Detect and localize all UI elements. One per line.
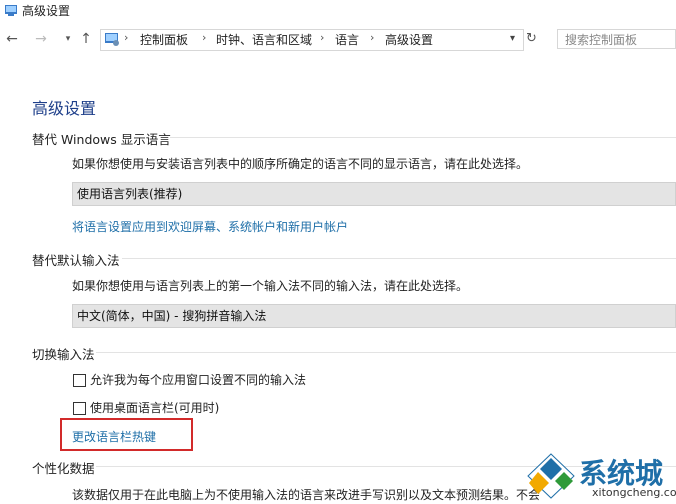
highlight-box: [60, 418, 193, 451]
back-arrow-icon[interactable]: ←: [4, 31, 20, 47]
breadcrumb-separator: ›: [124, 31, 129, 44]
section-heading-personalization: 个性化数据: [32, 461, 95, 476]
breadcrumb-advanced-settings[interactable]: 高级设置: [385, 31, 433, 48]
window-title: 高级设置: [22, 4, 71, 18]
apply-to-welcome-screen-link[interactable]: 将语言设置应用到欢迎屏幕、系统帐户和新用户帐户: [72, 218, 348, 235]
recent-dropdown-icon[interactable]: ▾: [60, 31, 76, 47]
divider: [96, 352, 676, 353]
breadcrumb-separator[interactable]: ›: [370, 31, 374, 44]
watermark-url: xitongcheng.com: [592, 486, 676, 499]
personalization-description: 该数据仅用于在此电脑上为不使用输入法的语言来改进手写识别以及文本预测结果。不会: [72, 488, 541, 502]
display-language-select[interactable]: 使用语言列表(推荐): [72, 182, 676, 206]
display-language-description: 如果你想使用与安装语言列表中的顺序所确定的语言不同的显示语言，请在此处选择。: [72, 157, 529, 171]
page-title: 高级设置: [32, 99, 97, 118]
title-bar: [0, 0, 676, 24]
desktop-language-bar-checkbox[interactable]: [73, 402, 86, 415]
control-panel-icon: [105, 33, 119, 46]
forward-arrow-icon[interactable]: →: [33, 31, 49, 47]
breadcrumb-language[interactable]: 语言: [335, 31, 359, 48]
breadcrumb-control-panel[interactable]: 控制面板: [140, 31, 188, 48]
breadcrumb-separator[interactable]: ›: [320, 31, 324, 44]
per-app-input-checkbox[interactable]: [73, 374, 86, 387]
input-method-select[interactable]: 中文(简体，中国) - 搜狗拼音输入法: [72, 304, 676, 328]
divider: [122, 258, 676, 259]
per-app-input-label[interactable]: 允许我为每个应用窗口设置不同的输入法: [90, 371, 306, 388]
address-dropdown-icon[interactable]: ▾: [510, 33, 515, 44]
section-heading-display-language: 替代 Windows 显示语言: [32, 132, 171, 147]
search-input[interactable]: 搜索控制面板: [557, 29, 676, 49]
breadcrumb-clock-language-region[interactable]: 时钟、语言和区域: [216, 31, 312, 48]
section-heading-switch-input: 切换输入法: [32, 347, 95, 362]
desktop-language-bar-label[interactable]: 使用桌面语言栏(可用时): [90, 399, 219, 416]
divider: [170, 137, 676, 138]
refresh-icon[interactable]: ↻: [526, 31, 537, 46]
input-method-description: 如果你想使用与语言列表上的第一个输入法不同的输入法，请在此处选择。: [72, 279, 469, 293]
up-arrow-icon[interactable]: ↑: [78, 31, 94, 47]
control-panel-icon: [5, 5, 17, 16]
watermark-logo-icon: [527, 453, 575, 499]
section-heading-input-method: 替代默认输入法: [32, 253, 120, 268]
breadcrumb-separator[interactable]: ›: [202, 31, 206, 44]
